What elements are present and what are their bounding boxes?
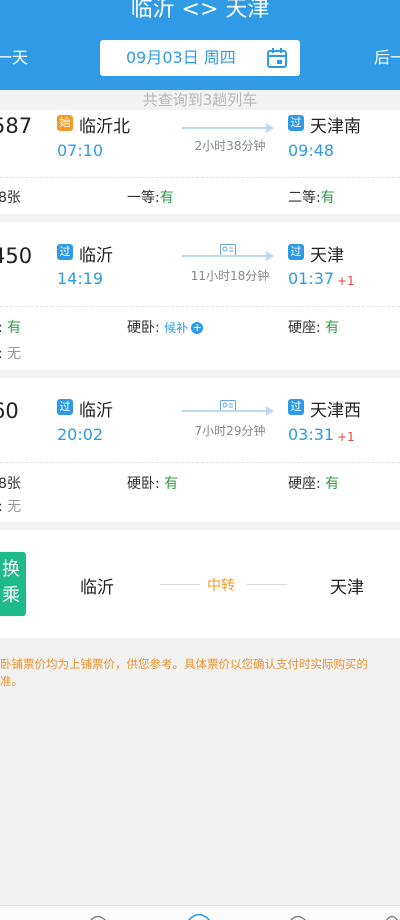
next-day-indicator: +1 xyxy=(337,274,355,288)
train-card[interactable]: 450 过 临沂 14:19 11小时18分钟 过 天津 01:37 +1 : … xyxy=(0,222,400,370)
arrive-time: 09:48 xyxy=(288,141,335,160)
duration: 2小时38分钟 xyxy=(194,139,266,153)
nav-icon[interactable] xyxy=(88,912,108,920)
pass-badge: 过 xyxy=(288,115,304,131)
arrow-icon xyxy=(182,123,274,133)
calendar-icon[interactable] xyxy=(266,48,288,68)
from-station: 临沂 xyxy=(79,401,113,421)
train-card[interactable]: 587 始 临沂北 07:10 2小时38分钟 过 天津南 09:48 8张 一… xyxy=(0,110,400,214)
from-station: 临沂北 xyxy=(79,117,130,137)
transfer-from: 临沂 xyxy=(80,578,114,598)
transfer-badge: 换 乘 xyxy=(0,552,26,616)
seat-info: : 无 xyxy=(0,499,22,515)
seat-info: 硬座: 有 xyxy=(288,476,340,492)
pass-badge: 过 xyxy=(57,244,73,260)
date-text: 09月03日 周四 xyxy=(126,48,236,67)
arrow-icon xyxy=(182,251,274,261)
to-station: 天津南 xyxy=(310,117,361,137)
train-number: 587 xyxy=(0,114,33,138)
train-number: 60 xyxy=(0,399,19,423)
page-title: 临沂 <> 天津 xyxy=(130,0,270,22)
divider xyxy=(0,177,400,178)
next-day-button[interactable]: 后一 xyxy=(374,46,400,70)
arrive-time: 03:31 xyxy=(288,425,335,444)
seat-info: : 有 xyxy=(0,320,22,336)
seat-info: 一等:有 xyxy=(127,190,174,206)
transfer-to: 天津 xyxy=(330,578,364,598)
to-station: 天津 xyxy=(310,246,344,266)
arrive-time: 01:37 xyxy=(288,269,335,288)
nav-home-icon[interactable] xyxy=(186,912,212,920)
pass-badge: 过 xyxy=(57,399,73,415)
duration: 11小时18分钟 xyxy=(190,269,270,283)
train-number: 450 xyxy=(0,244,33,268)
transfer-middle: 中转 xyxy=(207,578,235,594)
depart-time: 14:19 xyxy=(57,269,104,288)
nav-icon[interactable] xyxy=(288,912,308,920)
transfer-line xyxy=(160,584,200,585)
start-badge: 始 xyxy=(57,115,73,131)
date-picker[interactable]: 09月03日 周四 xyxy=(100,40,300,76)
duration: 7小时29分钟 xyxy=(194,424,266,438)
waitlist-add-icon[interactable]: + xyxy=(191,322,204,334)
depart-time: 07:10 xyxy=(57,141,104,160)
divider xyxy=(0,462,400,463)
seat-info[interactable]: 硬卧: 候补 + xyxy=(127,317,204,337)
price-notice: 卧铺票价均为上铺票价，供您参考。具体票价以您确认支付时实际购买的 准。 xyxy=(0,657,368,688)
seat-info: 8张 xyxy=(0,190,21,206)
header-bar: 临沂 <> 天津 一天 后一 09月03日 周四 xyxy=(0,0,400,90)
bottom-nav xyxy=(0,905,400,920)
transfer-card[interactable]: 换 乘 临沂 中转 天津 xyxy=(0,530,400,638)
seat-info: 硬卧: 有 xyxy=(127,476,179,492)
pass-badge: 过 xyxy=(288,399,304,415)
pass-badge: 过 xyxy=(288,244,304,260)
result-summary: 共查询到3趟列车 xyxy=(142,91,258,109)
divider xyxy=(0,306,400,307)
to-station: 天津西 xyxy=(310,401,361,421)
seat-info: 8张 xyxy=(0,476,21,492)
seat-info: 二等:有 xyxy=(288,190,335,206)
prev-day-button[interactable]: 一天 xyxy=(0,46,28,70)
nav-icon[interactable] xyxy=(384,912,400,920)
next-day-indicator: +1 xyxy=(337,430,355,444)
train-card[interactable]: 60 过 临沂 20:02 7小时29分钟 过 天津西 03:31 +1 8张 … xyxy=(0,378,400,522)
seat-info: 硬座: 有 xyxy=(288,320,340,336)
transfer-line xyxy=(247,584,287,585)
arrow-icon xyxy=(182,406,274,416)
seat-info: : 无 xyxy=(0,346,22,362)
from-station: 临沂 xyxy=(79,246,113,266)
depart-time: 20:02 xyxy=(57,425,104,444)
